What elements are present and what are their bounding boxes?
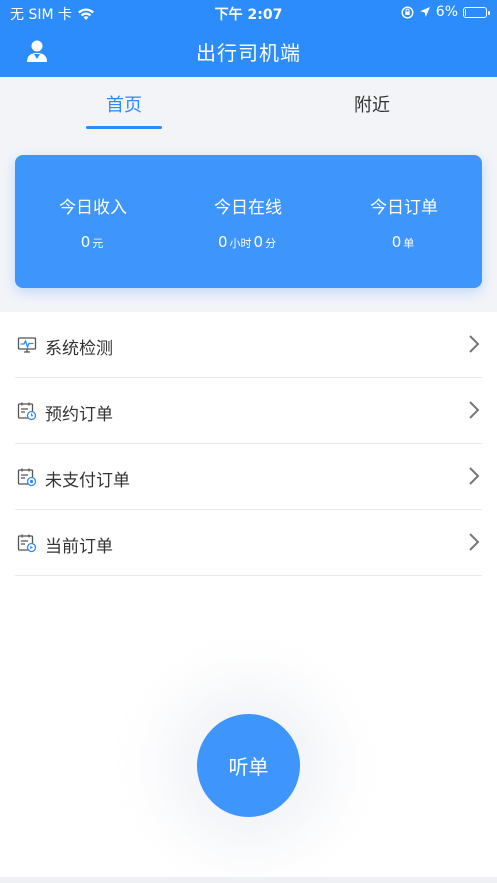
income-unit: 元 (92, 237, 104, 250)
chevron-right-icon (469, 533, 480, 551)
bottom-edge (0, 877, 497, 883)
stat-income: 今日收入 0元 (15, 193, 171, 251)
stat-income-label: 今日收入 (59, 198, 127, 218)
calendar-pay-icon (17, 468, 37, 487)
tab-bar: 首页 附近 (0, 77, 497, 135)
orders-unit: 单 (403, 237, 415, 250)
stat-orders: 今日订单 0单 (326, 193, 482, 251)
chevron-right-icon (469, 467, 480, 485)
menu-item-system-check[interactable]: 系统检测 (15, 312, 482, 378)
income-amount: 0 (80, 233, 91, 251)
calendar-current-icon (17, 534, 37, 553)
battery-icon (463, 6, 490, 18)
stat-orders-value: 0单 (326, 233, 482, 251)
stat-online-label: 今日在线 (214, 198, 282, 218)
menu-list: 系统检测 预约订单 未支付订单 当前订单 听单 (0, 312, 497, 877)
active-tab-indicator (86, 126, 162, 129)
online-minutes: 0 (253, 233, 264, 251)
chevron-right-icon (469, 401, 480, 419)
menu-item-current-orders[interactable]: 当前订单 (15, 510, 482, 576)
stat-online-value: 0 小时 0 分 (170, 233, 326, 251)
monitor-icon (17, 337, 37, 353)
battery-percent: 6% (435, 4, 458, 20)
battery-fill (465, 8, 466, 16)
listen-orders-button[interactable]: 听单 (197, 714, 300, 817)
calendar-clock-icon (17, 402, 37, 421)
tab-home[interactable]: 首页 (86, 91, 162, 117)
today-stats-card: 今日收入 0元 今日在线 0 小时 0 分 今日订单 0单 (15, 155, 482, 288)
orientation-lock-icon (401, 5, 414, 19)
online-hours-unit: 小时 (229, 237, 252, 250)
online-minutes-unit: 分 (265, 237, 277, 250)
app-title: 出行司机端 (196, 41, 301, 65)
chevron-right-icon (469, 335, 480, 353)
orders-count: 0 (391, 233, 402, 251)
status-bar: 无 SIM 卡 下午 2:07 6% (0, 0, 497, 26)
menu-label-system-check: 系统检测 (45, 339, 113, 359)
location-arrow-icon (419, 7, 430, 17)
stat-income-value: 0元 (15, 233, 171, 251)
stat-online: 今日在线 0 小时 0 分 (170, 193, 326, 251)
menu-item-reserved-orders[interactable]: 预约订单 (15, 378, 482, 444)
menu-item-unpaid-orders[interactable]: 未支付订单 (15, 444, 482, 510)
tab-nearby[interactable]: 附近 (334, 91, 410, 117)
app-header: 无 SIM 卡 下午 2:07 6% 出行司机端 (0, 0, 497, 77)
menu-label-current-orders: 当前订单 (45, 537, 113, 557)
online-hours: 0 (217, 233, 228, 251)
menu-label-unpaid-orders: 未支付订单 (45, 471, 130, 491)
menu-label-reserved-orders: 预约订单 (45, 405, 113, 425)
stat-orders-label: 今日订单 (370, 198, 438, 218)
